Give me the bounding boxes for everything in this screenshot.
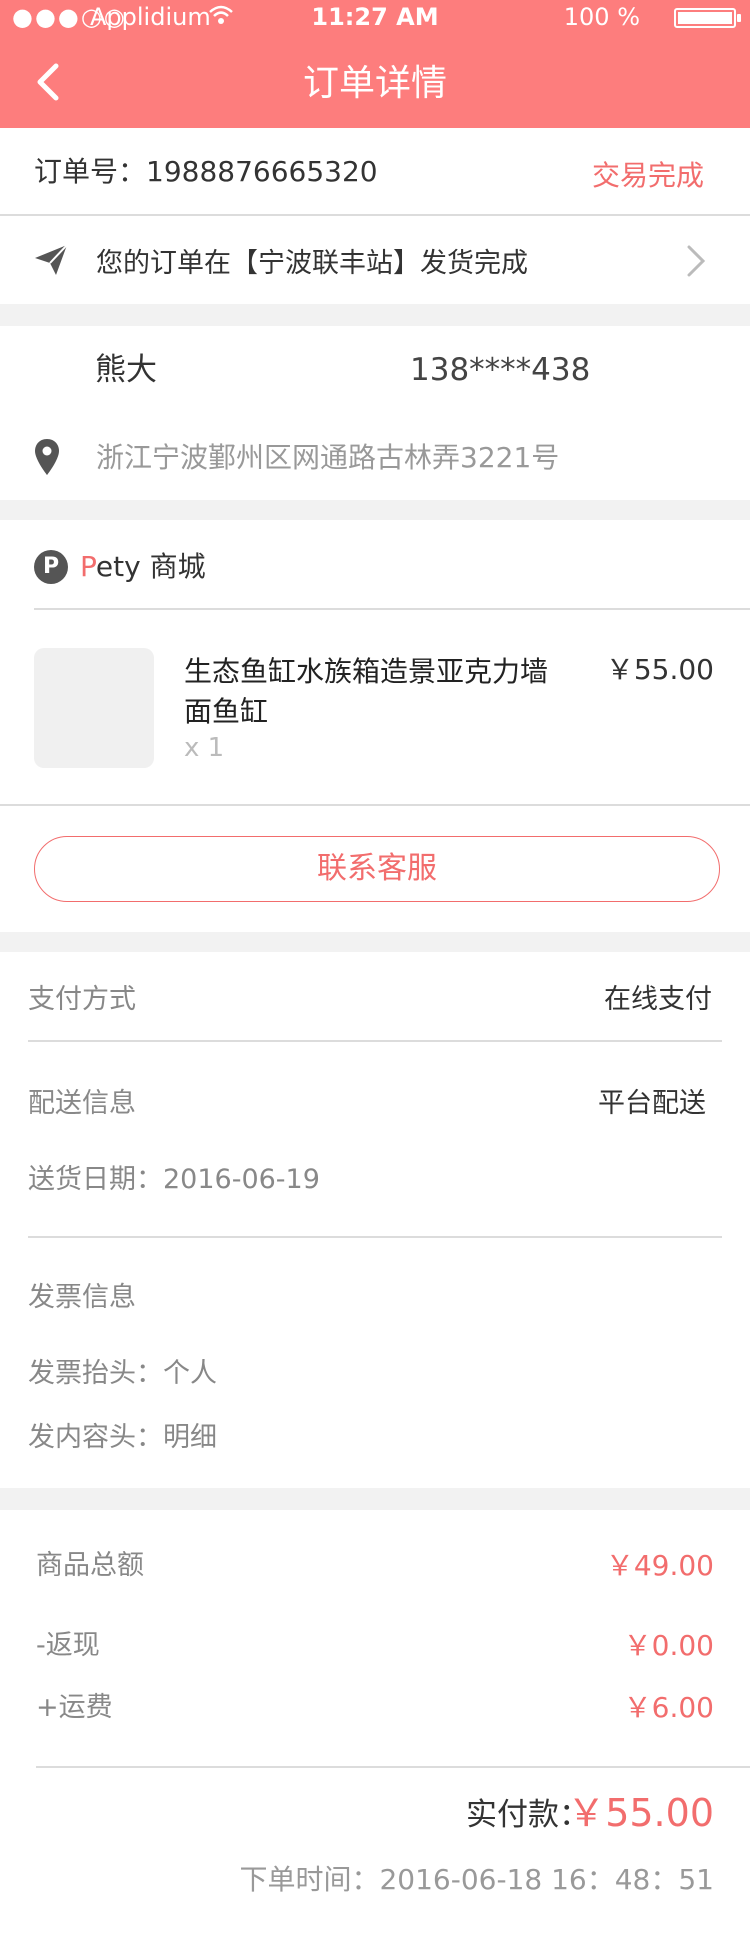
shop-logo-icon: P (34, 550, 68, 584)
invoice-info-label: 发票信息 (28, 1282, 136, 1313)
goods-total-label: 商品总额 (36, 1550, 144, 1581)
delivery-address: 浙江宁波鄞州区网通路古林弄3221号 (96, 441, 560, 474)
freight-label: +运费 (36, 1692, 113, 1723)
order-status-badge: 交易完成 (591, 159, 704, 192)
payment-method-label: 支付方式 (28, 984, 136, 1015)
invoice-content: 发内容头：明细 (28, 1422, 217, 1453)
product-quantity: x 1 (184, 733, 225, 763)
amount-paid-value: ￥55.00 (567, 1791, 714, 1835)
shop-name-initial: P (80, 550, 96, 583)
divider (36, 1766, 750, 1768)
invoice-title: 发票抬头：个人 (28, 1358, 217, 1389)
cashback-value: ￥0.00 (623, 1629, 714, 1662)
delivery-date: 送货日期：2016-06-19 (28, 1164, 320, 1195)
recipient-name: 熊大 (95, 352, 157, 388)
divider (34, 608, 750, 610)
product-thumbnail[interactable] (34, 648, 154, 768)
delivery-info-value: 平台配送 (598, 1088, 706, 1119)
recipient-phone: 138****438 (410, 352, 591, 388)
battery-icon (674, 8, 741, 28)
divider (28, 1040, 722, 1042)
chevron-right-icon[interactable] (686, 244, 706, 278)
location-pin-icon (35, 439, 59, 475)
order-number: 订单号：1988876665320 (34, 155, 378, 188)
order-time: 下单时间：2016-06-18 16：48：51 (239, 1863, 714, 1896)
delivery-info-label: 配送信息 (28, 1088, 136, 1119)
order-details-panel (0, 952, 750, 1488)
battery-percent: 100 % (563, 3, 640, 31)
nav-header: ●●●○○ Applidium 11:27 AM 100 % 订单详情 (0, 0, 750, 128)
page-title: 订单详情 (302, 63, 447, 104)
contact-service-button[interactable]: 联系客服 (34, 836, 720, 902)
freight-value: ￥6.00 (623, 1691, 714, 1724)
shop-name[interactable]: Pety 商城 (80, 547, 206, 587)
cashback-label: -返现 (36, 1630, 100, 1661)
product-price: ￥55.00 (605, 653, 714, 686)
goods-total-value: ￥49.00 (605, 1549, 714, 1582)
product-name[interactable]: 生态鱼缸水族箱造景亚克力墙面鱼缸 (184, 652, 564, 732)
divider (0, 804, 750, 806)
divider (28, 1236, 722, 1238)
shop-name-rest: ety 商城 (95, 550, 206, 583)
payment-method-value: 在线支付 (604, 984, 712, 1015)
logistics-status-text: 您的订单在【宁波联丰站】发货完成 (96, 248, 528, 279)
